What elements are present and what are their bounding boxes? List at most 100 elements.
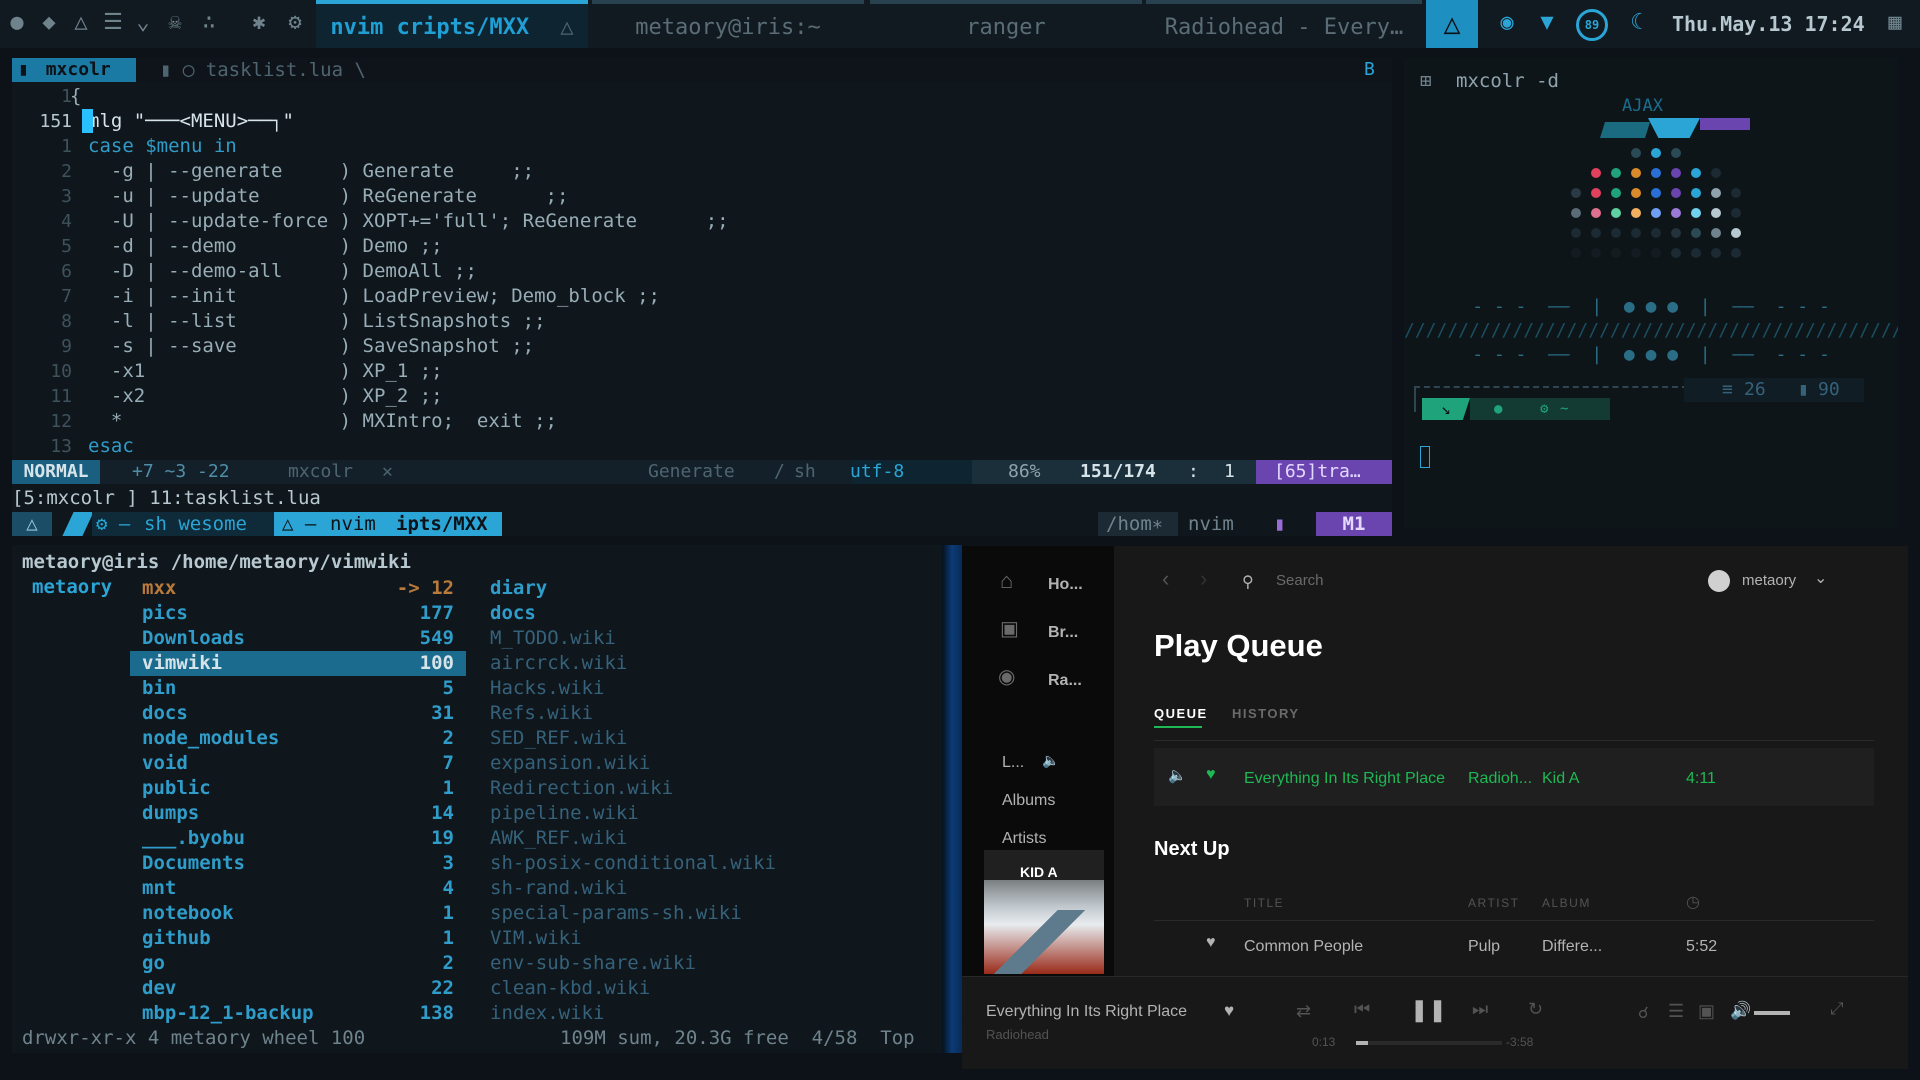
tmux-window-left[interactable]: sh wesome <box>144 512 247 536</box>
wifi-icon[interactable]: ▼ <box>1534 10 1560 36</box>
preview-item[interactable]: special-params-sh.wiki <box>490 901 742 926</box>
next-title[interactable]: Common People <box>1244 938 1363 956</box>
forward-icon[interactable]: › <box>1200 566 1207 592</box>
fullscreen-icon[interactable]: ⤢ <box>1830 999 1844 1019</box>
command-line[interactable]: [5:mxcolr ] 11:tasklist.lua <box>12 486 321 510</box>
list-icon[interactable]: ☰ <box>100 10 126 36</box>
moon-icon[interactable]: ☾ <box>1624 10 1650 36</box>
list-item[interactable]: Downloads 549 <box>130 626 466 651</box>
tab-spotify[interactable]: Radiohead - Every… <box>1146 0 1422 48</box>
preview-item[interactable]: diary <box>490 576 547 601</box>
list-item[interactable]: Documents 3 <box>130 851 466 876</box>
nav-library[interactable]: L... <box>1002 754 1024 772</box>
gear-icon[interactable]: ⚙ <box>282 10 308 36</box>
preview-item[interactable]: VIM.wiki <box>490 926 582 951</box>
nav-home[interactable]: Ho... <box>1048 576 1083 594</box>
ranger-parent[interactable]: metaory <box>32 576 112 598</box>
nav-albums[interactable]: Albums <box>1002 792 1055 810</box>
preview-item[interactable]: expansion.wiki <box>490 751 650 776</box>
nav-radio[interactable]: Ra... <box>1048 672 1082 690</box>
tab-terminal[interactable]: metaory@iris:~ <box>592 0 864 48</box>
list-item[interactable]: github 1 <box>130 926 466 951</box>
heart-icon[interactable]: ♥ <box>1206 934 1216 952</box>
file-tab[interactable]: ▮ ◯ tasklist.lua \ <box>160 58 366 82</box>
player-artist[interactable]: Radiohead <box>986 1027 1049 1042</box>
back-icon[interactable]: ‹ <box>1162 566 1169 592</box>
album-cover[interactable]: KID A <box>984 850 1104 974</box>
next-icon[interactable]: ⏭ <box>1472 999 1488 1020</box>
list-item[interactable]: docs 31 <box>130 701 466 726</box>
tab-ranger[interactable]: ranger <box>870 0 1142 48</box>
list-item[interactable]: notebook 1 <box>130 901 466 926</box>
preview-item[interactable]: M_TODO.wiki <box>490 626 616 651</box>
list-item[interactable]: go 2 <box>130 951 466 976</box>
user-name[interactable]: metaory <box>1742 572 1796 589</box>
ranger-dir-list[interactable]: mxx -> 12 pics 177 Downloads 549 vimwiki 100 bin… <box>130 576 466 1036</box>
list-item[interactable]: public 1 <box>130 776 466 801</box>
next-album[interactable]: Differe... <box>1542 938 1602 956</box>
devices-icon[interactable]: ▣ <box>1698 1001 1715 1022</box>
layout-icon[interactable]: ▦ <box>1882 10 1908 36</box>
nav-artists[interactable]: Artists <box>1002 830 1046 848</box>
list-item[interactable]: vimwiki 100 <box>130 651 466 676</box>
editor-body[interactable]: 1{151 mlg "───<MENU>──┐" 1 case $menu in 2 -… <box>12 84 1392 457</box>
metronome-launcher-icon[interactable]: △ <box>1426 0 1478 48</box>
tab-history[interactable]: HISTORY <box>1232 706 1300 721</box>
preview-item[interactable]: env-sub-share.wiki <box>490 951 696 976</box>
battery-ring[interactable]: 89 <box>1576 9 1608 41</box>
flask-icon[interactable]: △ <box>68 10 94 36</box>
list-item[interactable]: bin 5 <box>130 676 466 701</box>
repeat-icon[interactable]: ↻ <box>1528 999 1543 1020</box>
preview-item[interactable]: sh-posix-conditional.wiki <box>490 851 776 876</box>
bug-icon[interactable]: ✱ <box>246 10 272 36</box>
preview-item[interactable]: AWK_REF.wiki <box>490 826 627 851</box>
tmux-active-path2[interactable]: ipts/MXX <box>396 512 488 536</box>
nvim-window[interactable]: ▮ mxcolr ▮ ◯ tasklist.lua \ B 1{151 mlg "… <box>12 58 1392 536</box>
mic-icon[interactable]: ☌ <box>1638 1003 1649 1023</box>
chevron-down-icon[interactable]: ⌄ <box>1814 568 1827 588</box>
ranger-preview[interactable]: diary docs M_TODO.wiki aircrck.wiki Hacks.wi… <box>478 576 918 1036</box>
next-artist[interactable]: Pulp <box>1468 938 1500 956</box>
preview-item[interactable]: pipeline.wiki <box>490 801 639 826</box>
volume-slider[interactable] <box>1754 1011 1790 1015</box>
list-item[interactable]: mnt 4 <box>130 876 466 901</box>
preview-item[interactable]: index.wiki <box>490 1001 604 1026</box>
tab-current[interactable]: ▮ mxcolr <box>12 58 136 82</box>
mxcolr-demo-window[interactable]: ⊞ mxcolr -d AJAX - - - —— | ● ● ● | —— -… <box>1404 58 1898 528</box>
list-item[interactable]: mxx -> 12 <box>130 576 466 601</box>
preview-item[interactable]: Refs.wiki <box>490 701 593 726</box>
table-row[interactable]: 🔈 ♥ Everything In Its Right Place Radioh… <box>1154 748 1874 806</box>
heart-icon[interactable]: ♥ <box>1206 766 1216 784</box>
list-item[interactable]: mbp-12_1-backup 138 <box>130 1001 466 1026</box>
clock[interactable]: Thu.May.13 17:24 <box>1672 0 1865 48</box>
preview-item[interactable]: SED_REF.wiki <box>490 726 627 751</box>
preview-item[interactable]: aircrck.wiki <box>490 651 627 676</box>
skull-icon[interactable]: ☠ <box>162 10 188 36</box>
list-item[interactable]: node_modules 2 <box>130 726 466 751</box>
shuffle-icon[interactable]: ⇄ <box>1296 1001 1311 1022</box>
tab-nvim[interactable]: nvim cripts/MXX △ <box>316 0 588 48</box>
list-item[interactable]: dev 22 <box>130 976 466 1001</box>
previous-icon[interactable]: ⏮ <box>1354 999 1370 1020</box>
volume-icon[interactable]: 🔊 <box>1730 1001 1751 1021</box>
heart-icon[interactable]: ♥ <box>1224 1001 1234 1021</box>
ranger-window[interactable]: metaory@iris /home/metaory/vimwiki metao… <box>12 545 942 1053</box>
player-title[interactable]: Everything In Its Right Place <box>986 1003 1187 1021</box>
list-item[interactable]: void 7 <box>130 751 466 776</box>
spotify-window[interactable]: ⌂ Ho... ▣ Br... ◉ Ra... L... 🔈 Albums Ar… <box>962 546 1908 1069</box>
cluster-icon[interactable]: ∴ <box>196 10 222 36</box>
preview-item[interactable]: Redirection.wiki <box>490 776 673 801</box>
avatar[interactable] <box>1708 570 1730 592</box>
preview-item[interactable]: clean-kbd.wiki <box>490 976 650 1001</box>
chevron-down-icon[interactable]: ⌄ <box>130 10 156 36</box>
track-title[interactable]: Everything In Its Right Place <box>1244 770 1445 788</box>
list-item[interactable]: pics 177 <box>130 601 466 626</box>
nav-browse[interactable]: Br... <box>1048 624 1078 642</box>
search-input[interactable]: Search <box>1276 572 1324 589</box>
list-item[interactable]: dumps 14 <box>130 801 466 826</box>
pause-icon[interactable]: ❚❚ <box>1410 997 1447 1023</box>
track-artist[interactable]: Radioh... <box>1468 770 1532 788</box>
tmux-active-path[interactable]: nvim <box>330 512 376 536</box>
tab-queue[interactable]: QUEUE <box>1154 706 1208 721</box>
steam-icon[interactable]: ◉ <box>1494 10 1520 36</box>
